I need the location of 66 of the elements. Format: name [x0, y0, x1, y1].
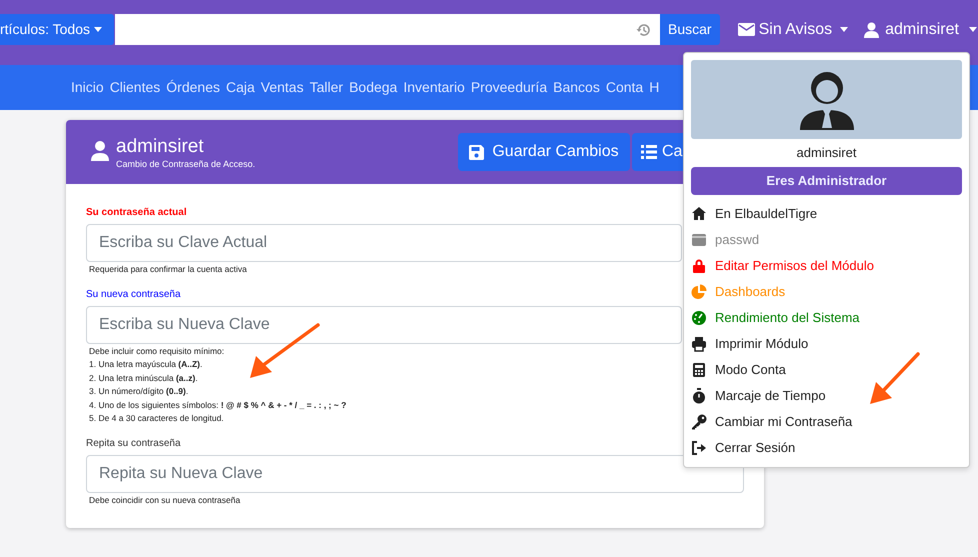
field-label: Su nueva contraseña — [86, 288, 181, 300]
notifications-dropdown[interactable]: Sin Avisos — [738, 14, 848, 45]
help-text: Debe coincidir con su nueva contraseña — [89, 494, 240, 506]
help-text: 3. Un número/dígito (0..9). — [89, 385, 188, 398]
menu-item[interactable]: Imprimir Módulo — [691, 330, 962, 356]
stopwatch-icon — [691, 388, 707, 404]
gauge-icon — [691, 310, 707, 326]
password-field[interactable]: Repita su Nueva Clave — [86, 454, 744, 492]
help-text: Debe incluir como requisito mínimo: — [89, 344, 224, 358]
card-header-button[interactable]: Guardar Cambios — [458, 133, 630, 171]
user-icon — [864, 22, 880, 38]
user-dropdown[interactable]: adminsiret — [864, 14, 977, 45]
avatar-icon — [798, 70, 856, 130]
logout-icon — [691, 440, 707, 456]
help-text: 2. Una letra minúscula (a..z). — [89, 372, 198, 385]
menu-item[interactable]: Cambiar mi Contraseña — [691, 408, 962, 434]
lock-icon — [691, 258, 707, 274]
caret-icon — [94, 27, 102, 32]
nav-link[interactable]: Ventas — [260, 77, 304, 98]
caret-icon — [840, 27, 848, 32]
filter-dropdown-button[interactable]: rtículos: Todos — [0, 14, 114, 45]
nav-link[interactable]: Órdenes — [166, 77, 220, 98]
nav-link[interactable]: Taller — [310, 77, 344, 98]
nav-link[interactable]: Conta — [606, 77, 644, 98]
menu-item[interactable]: Editar Permisos del Módulo — [691, 252, 962, 278]
search-button[interactable]: Buscar — [660, 14, 720, 45]
help-text: 1. Una letra mayúscula (A..Z). — [89, 358, 202, 371]
nav-link[interactable]: Inventario — [403, 77, 465, 98]
menu-item[interactable]: Rendimiento del Sistema — [691, 304, 962, 330]
nav-link[interactable]: Bodega — [349, 77, 398, 98]
nav-link[interactable]: H — [649, 77, 660, 98]
nav-link[interactable]: Caja — [226, 77, 255, 98]
field-label: Repita su contraseña — [86, 436, 181, 450]
card-title: adminsiret — [116, 136, 205, 158]
home-icon — [691, 206, 707, 222]
calculator-icon — [691, 362, 707, 378]
menu-item[interactable]: Modo Conta — [691, 356, 962, 382]
list-icon — [641, 145, 657, 159]
password-field[interactable]: Escriba su Nueva Clave — [86, 306, 682, 344]
menu-item[interactable]: Dashboards — [691, 278, 962, 304]
nav-link[interactable]: Bancos — [553, 77, 600, 98]
history-icon — [636, 22, 652, 38]
role-button[interactable]: Eres Administrador — [691, 166, 962, 194]
help-text: 5. De 4 a 30 caracteres de longitud. — [89, 412, 224, 425]
nav-link[interactable]: Proveeduría — [470, 77, 548, 98]
card-subtitle: Cambio de Contraseña de Acceso. — [116, 158, 256, 170]
search-field[interactable] — [115, 14, 660, 45]
help-text: 4. Uno de los siguientes símbolos: ! @ # $ % ^ & + - * / _ = . : , ; ~ ? — [89, 398, 346, 412]
field-label: Su contraseña actual — [86, 206, 187, 219]
printer-icon — [691, 336, 707, 352]
nav-link[interactable]: Inicio — [71, 77, 104, 98]
menu-item[interactable]: Marcaje de Tiempo — [691, 382, 962, 408]
nav-link[interactable]: Clientes — [110, 77, 160, 98]
menu-item[interactable]: passwd — [691, 226, 962, 252]
menu-item[interactable]: En ElbauldelTigre — [691, 200, 962, 226]
help-text: Requerida para confirmar la cuenta activa — [89, 263, 247, 276]
user-icon — [91, 141, 109, 161]
key-icon — [691, 414, 707, 430]
annotation-arrow — [870, 352, 920, 404]
password-field[interactable]: Escriba su Clave Actual — [86, 224, 682, 262]
user-name: adminsiret — [796, 144, 858, 162]
envelope-icon — [738, 23, 755, 36]
card-header-button[interactable]: Ca — [632, 133, 683, 171]
caret-icon — [968, 27, 977, 32]
card-icon — [691, 232, 707, 248]
pie-chart-icon — [691, 284, 707, 300]
